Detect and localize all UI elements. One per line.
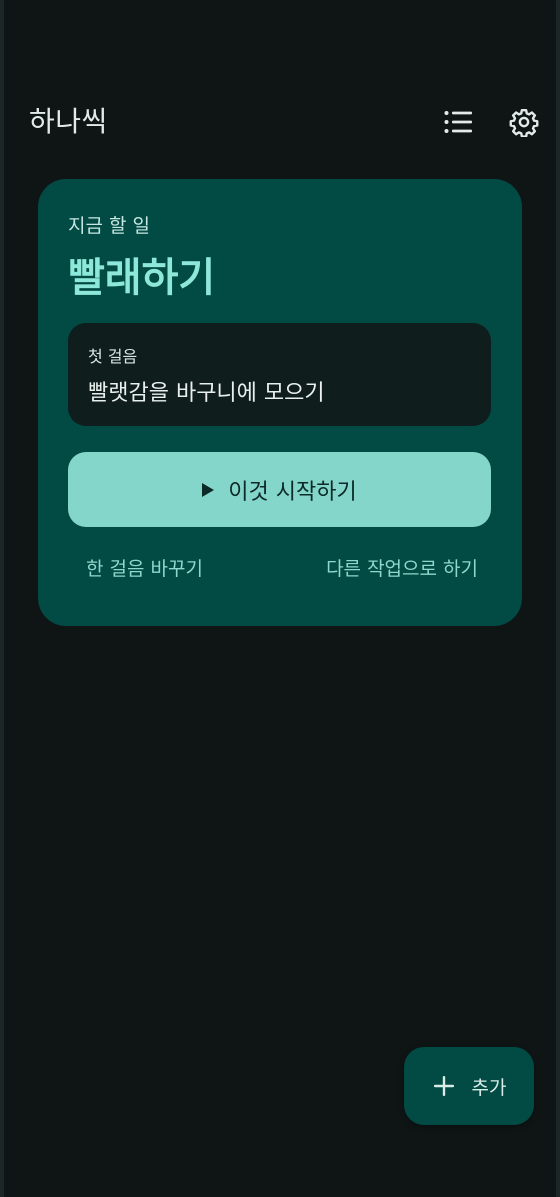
gear-icon [509,108,539,137]
start-task-label: 이것 시작하기 [228,479,357,505]
other-task-link[interactable]: 다른 작업으로 하기 [326,554,478,581]
list-icon [444,111,472,133]
task-list-button[interactable] [438,104,478,140]
play-icon [202,482,215,497]
app-title: 하나씩 [29,105,108,138]
add-task-label: 추가 [471,1076,507,1099]
plus-icon [433,1076,454,1096]
first-step-box: 첫 걸음 빨랫감을 바구니에 모으기 [68,323,491,426]
first-step-text: 빨랫감을 바구니에 모으기 [88,381,325,406]
current-task-card: 지금 할 일 빨래하기 첫 걸음 빨랫감을 바구니에 모으기 이것 시작하기 한… [38,179,522,626]
first-step-label: 첫 걸음 [88,347,138,366]
current-task-label: 지금 할 일 [68,215,150,237]
start-task-button[interactable]: 이것 시작하기 [68,452,491,527]
app-screen: 하나씩 지금 할 일 빨래하기 첫 걸음 빨랫감을 바구니에 모으기 이것 시작… [0,0,560,1197]
change-step-link[interactable]: 한 걸음 바꾸기 [86,554,203,581]
settings-button[interactable] [504,104,544,140]
task-title: 빨래하기 [68,255,216,301]
add-task-button[interactable]: 추가 [404,1047,534,1125]
